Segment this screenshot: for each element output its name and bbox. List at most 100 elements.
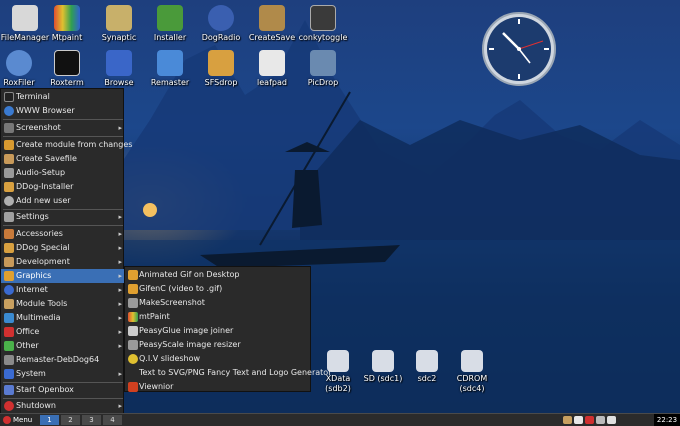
terminal-icon xyxy=(4,92,14,102)
power-icon xyxy=(4,401,14,411)
menu-item-graphics[interactable]: Graphics ▸ xyxy=(1,269,125,283)
chevron-right-icon: ▸ xyxy=(118,244,122,252)
menu-item-ddog-installer[interactable]: DDog-Installer xyxy=(1,180,125,194)
workspace-1[interactable]: 1 xyxy=(40,415,59,425)
headphones-icon xyxy=(208,5,234,31)
menu-item-multimedia[interactable]: Multimedia ▸ xyxy=(1,311,125,325)
installer-icon xyxy=(4,182,14,192)
desktop-icon-conkytoggle[interactable]: conkytoggle xyxy=(298,5,348,43)
menu-item-module-tools[interactable]: Module Tools ▸ xyxy=(1,297,125,311)
menu-button[interactable]: Menu xyxy=(1,414,37,426)
workspace-4[interactable]: 4 xyxy=(103,415,122,425)
accessories-icon xyxy=(4,229,14,239)
menu-item-start-openbox[interactable]: Start Openbox xyxy=(1,383,125,397)
submenu-item-mtpaint[interactable]: mtPaint xyxy=(125,310,312,324)
desktop-icon-synaptic[interactable]: Synaptic xyxy=(94,5,144,43)
menu-item-ddog-special[interactable]: DDog Special ▸ xyxy=(1,241,125,255)
menu-item-terminal[interactable]: Terminal xyxy=(1,90,125,104)
menu-item-create-savefile[interactable]: Create Savefile xyxy=(1,152,125,166)
tray-network-icon[interactable] xyxy=(585,416,594,424)
savefile-icon xyxy=(4,154,14,164)
office-icon xyxy=(4,327,14,337)
file-manager-icon xyxy=(12,5,38,31)
chevron-right-icon: ▸ xyxy=(118,272,122,280)
desktop-icon-installer[interactable]: Installer xyxy=(145,5,195,43)
installer-icon xyxy=(157,5,183,31)
menu-item-internet[interactable]: Internet ▸ xyxy=(1,283,125,297)
desktop-icon-sfsdrop[interactable]: SFSdrop xyxy=(196,50,246,88)
usb-drive-icon xyxy=(372,350,394,372)
globe-icon xyxy=(4,106,14,116)
browse-icon xyxy=(106,50,132,76)
tray-clipboard-icon[interactable] xyxy=(574,416,583,424)
menu-item-settings[interactable]: Settings ▸ xyxy=(1,210,125,224)
menu-item-accessories[interactable]: Accessories ▸ xyxy=(1,227,125,241)
menu-separator xyxy=(3,225,123,226)
screenshot-icon xyxy=(128,298,138,308)
volume-icon[interactable] xyxy=(607,416,616,424)
cdrom-drive-icon xyxy=(461,350,483,372)
multimedia-icon xyxy=(4,313,14,323)
menu-item-office[interactable]: Office ▸ xyxy=(1,325,125,339)
viewnior-icon xyxy=(128,382,138,392)
submenu-item-makescreenshot[interactable]: MakeScreenshot xyxy=(125,296,312,310)
monitor-graph-icon xyxy=(310,5,336,31)
chevron-right-icon: ▸ xyxy=(118,328,122,336)
wrench-icon xyxy=(4,212,14,222)
tray-app-icon[interactable] xyxy=(563,416,572,424)
drive-icon-sdc2[interactable]: sdc2 xyxy=(402,350,452,384)
slideshow-icon xyxy=(128,354,138,364)
drive-icon-sd-sdc1[interactable]: SD (sdc1) xyxy=(358,350,408,384)
workspace-2[interactable]: 2 xyxy=(61,415,80,425)
module-icon xyxy=(4,140,14,150)
chevron-right-icon: ▸ xyxy=(118,370,122,378)
scale-icon xyxy=(128,340,138,350)
usb-drive-icon xyxy=(416,350,438,372)
paint-icon xyxy=(54,5,80,31)
submenu-item-text-to-svg[interactable]: Text to SVG/PNG Fancy Text and Logo Gene… xyxy=(125,366,331,380)
audio-icon xyxy=(4,168,14,178)
menu-item-screenshot[interactable]: Screenshot ▸ xyxy=(1,121,125,135)
gif-icon xyxy=(128,284,138,294)
submenu-item-peasyscale[interactable]: PeasyScale image resizer xyxy=(125,338,312,352)
chevron-right-icon: ▸ xyxy=(118,402,122,410)
menu-item-development[interactable]: Development ▸ xyxy=(1,255,125,269)
chevron-right-icon: ▸ xyxy=(118,230,122,238)
menu-item-www-browser[interactable]: WWW Browser xyxy=(1,104,125,118)
desktop-icon-browse[interactable]: Browse xyxy=(94,50,144,88)
desktop-icon-remaster[interactable]: Remaster xyxy=(145,50,195,88)
desktop-icon-roxterm[interactable]: Roxterm xyxy=(42,50,92,88)
menu-item-audio-setup[interactable]: Audio-Setup xyxy=(1,166,125,180)
menu-item-shutdown[interactable]: Shutdown ▸ xyxy=(1,399,125,413)
workspace-3[interactable]: 3 xyxy=(82,415,101,425)
desktop-icon-picdrop[interactable]: PicDrop xyxy=(298,50,348,88)
glue-icon xyxy=(128,326,138,336)
submenu-item-qiv-slideshow[interactable]: Q.I.V slideshow xyxy=(125,352,312,366)
module-tools-icon xyxy=(4,299,14,309)
menu-item-other[interactable]: Other ▸ xyxy=(1,339,125,353)
main-menu: Terminal WWW Browser Screenshot ▸ Create … xyxy=(0,88,132,414)
menu-item-system[interactable]: System ▸ xyxy=(1,367,125,381)
taskbar-clock[interactable]: 22:23 xyxy=(654,414,680,426)
sfs-icon xyxy=(208,50,234,76)
tray-battery-icon[interactable] xyxy=(596,416,605,424)
submenu-item-viewnior[interactable]: Viewnior xyxy=(125,380,312,394)
terminal-icon xyxy=(54,50,80,76)
menu-item-remaster-debdog64[interactable]: Remaster-DebDog64 xyxy=(1,353,125,367)
menu-separator xyxy=(3,136,123,137)
desktop-icon-mtpaint[interactable]: Mtpaint xyxy=(42,5,92,43)
submenu-item-gifenc[interactable]: GifenC (video to .gif) xyxy=(125,282,312,296)
menu-item-create-module[interactable]: Create module from changes xyxy=(1,138,132,152)
submenu-item-peasyglue[interactable]: PeasyGlue image joiner xyxy=(125,324,312,338)
desktop-icon-roxfiler[interactable]: RoxFiler xyxy=(0,50,44,88)
other-icon xyxy=(4,341,14,351)
notepad-icon xyxy=(259,50,285,76)
drive-icon-cdrom[interactable]: CDROM (sdc4) xyxy=(447,350,497,394)
save-box-icon xyxy=(259,5,285,31)
desktop-icon-createsave[interactable]: CreateSave xyxy=(247,5,297,43)
desktop-icon-leafpad[interactable]: leafpad xyxy=(247,50,297,88)
menu-separator xyxy=(3,119,123,120)
desktop-icon-dogradio[interactable]: DogRadio xyxy=(196,5,246,43)
submenu-item-animated-gif[interactable]: Animated Gif on Desktop xyxy=(125,268,312,282)
menu-item-add-new-user[interactable]: Add new user xyxy=(1,194,125,208)
